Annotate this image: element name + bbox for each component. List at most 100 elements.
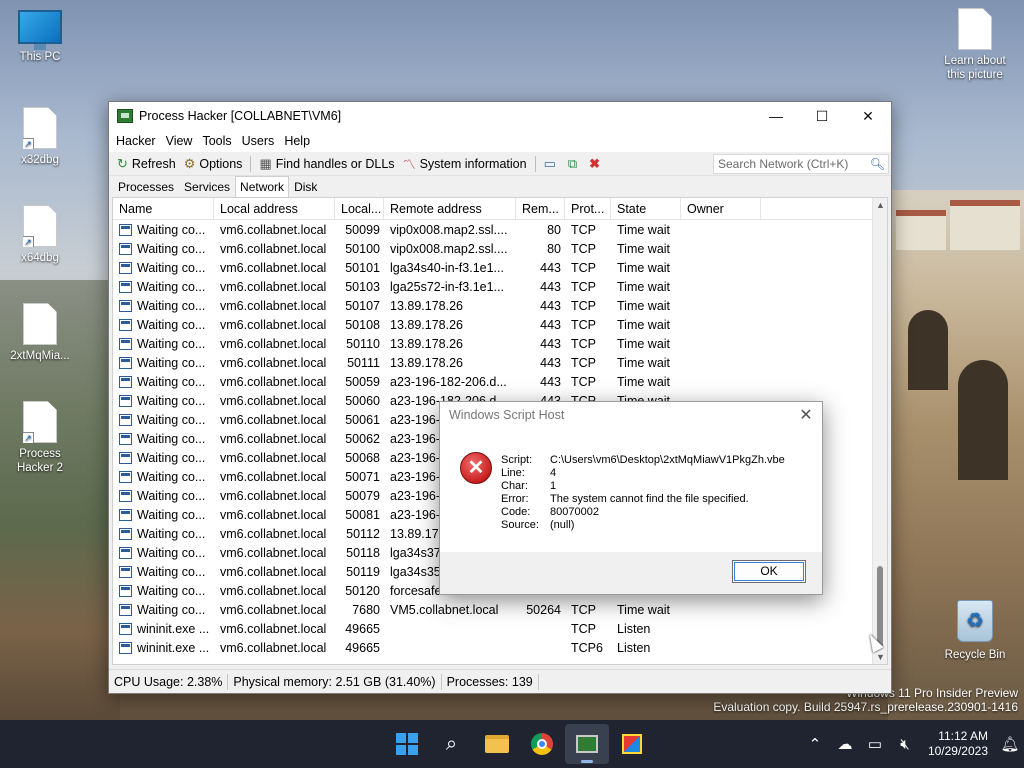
dialog-close-button[interactable]: ✕ [790, 405, 822, 425]
vertical-scrollbar[interactable]: ▲ ▼ [872, 198, 887, 664]
search-input[interactable]: Search Network (Ctrl+K) 🔍︎ [713, 153, 889, 174]
taskbar-process-hacker[interactable] [564, 724, 609, 764]
desktop-icon-x64dbg[interactable]: ↗ x64dbg [0, 205, 80, 265]
cell-remote-port: 443 [540, 298, 561, 313]
volume-muted-icon[interactable]: 🔇︎ [890, 736, 920, 753]
taskbar-file-explorer[interactable] [475, 724, 519, 764]
tab-strip: Processes Services Network Disk [109, 176, 891, 198]
cell-name: Waiting co... [113, 394, 214, 408]
table-row[interactable]: Waiting co... vm6.collabnet.local 50108 13.… [113, 315, 887, 334]
error-detail-line: Char: 1 [501, 480, 785, 493]
process-icon [119, 451, 132, 464]
process-icon [119, 337, 132, 350]
minimize-button[interactable]: — [753, 102, 799, 130]
table-row[interactable]: Waiting co... vm6.collabnet.local 50110 13.… [113, 334, 887, 353]
process-icon [119, 261, 132, 274]
options-button[interactable]: ⚙ Options [180, 156, 247, 172]
table-row[interactable]: Waiting co... vm6.collabnet.local 50107 13.… [113, 296, 887, 315]
process-icon [119, 318, 132, 331]
ok-button[interactable]: OK [732, 560, 806, 583]
cell-state: Time wait [617, 317, 671, 332]
dialog-title-bar[interactable]: Windows Script Host ✕ [440, 402, 822, 428]
refresh-button[interactable]: ↻ Refresh [113, 156, 180, 172]
table-row[interactable]: Waiting co... vm6.collabnet.local 50099 vip… [113, 220, 887, 239]
title-bar[interactable]: Process Hacker [COLLABNET\VM6] — ☐ ✕ [109, 102, 891, 130]
start-button[interactable] [385, 724, 429, 764]
taskbar-search-button[interactable]: ⌕ [430, 724, 474, 764]
table-row[interactable]: wininit.exe ... vm6.collabnet.local 49665 T… [113, 638, 887, 657]
error-details: Script: C:\Users\vm6\Desktop\2xtMqMiawV1P… [501, 454, 785, 532]
table-row[interactable]: Waiting co... vm6.collabnet.local 7680 VM5.… [113, 600, 887, 619]
cell-name: Waiting co... [113, 318, 214, 332]
table-row[interactable]: Waiting co... vm6.collabnet.local 50103 lga… [113, 277, 887, 296]
process-icon [119, 565, 132, 578]
cloud-icon[interactable]: ☁ [830, 735, 860, 753]
cell-local-address: vm6.collabnet.local [220, 412, 327, 427]
cell-local-address: vm6.collabnet.local [220, 583, 327, 598]
desktop-icon-this-pc[interactable]: This PC [0, 10, 80, 64]
desktop-icon-process-hacker[interactable]: ↗ Process Hacker 2 [0, 401, 80, 475]
tab-network[interactable]: Network [235, 176, 290, 198]
cell-local-port: 50071 [345, 469, 380, 484]
cell-protocol: TCP [571, 279, 596, 294]
cell-protocol: TCP [571, 241, 596, 256]
column-local-port[interactable]: Local... [335, 198, 384, 219]
desktop-icon-recycle-bin[interactable]: ♻ Recycle Bin [935, 600, 1015, 662]
menu-hacker[interactable]: Hacker [111, 134, 161, 148]
cell-remote-address: 13.89.178.26 [390, 336, 463, 351]
menu-view[interactable]: View [161, 134, 198, 148]
process-hacker-icon [117, 109, 133, 123]
desktop-icon-vbe-file[interactable]: 2xtMqMia... [0, 303, 80, 363]
notification-bell-icon[interactable]: 🔔︎ [996, 735, 1024, 753]
error-detail-key: Script: [501, 454, 533, 466]
taskbar-chrome[interactable] [520, 724, 564, 764]
table-row[interactable]: wininit.exe ... vm6.collabnet.local 49665 T… [113, 619, 887, 638]
taskbar-app[interactable] [610, 724, 654, 764]
cell-name: Waiting co... [113, 470, 214, 484]
cell-local-port: 50112 [346, 526, 380, 541]
x-icon: ✖ [589, 155, 601, 171]
cell-remote-address: 13.89.178.26 [390, 298, 463, 313]
menu-help[interactable]: Help [279, 134, 315, 148]
network-icon[interactable]: ▭ [860, 735, 890, 753]
cell-name: Waiting co... [113, 223, 214, 237]
column-remote-address[interactable]: Remote address [384, 198, 516, 219]
menu-tools[interactable]: Tools [197, 134, 236, 148]
chevron-up-icon[interactable]: ⌃ [800, 735, 830, 753]
column-state[interactable]: State [611, 198, 681, 219]
clock[interactable]: 11:12 AM 10/29/2023 [920, 729, 996, 759]
process-icon [119, 413, 132, 426]
close-button[interactable]: ✕ [845, 102, 891, 130]
scroll-up-icon[interactable]: ▲ [876, 200, 885, 210]
table-row[interactable]: Waiting co... vm6.collabnet.local 50111 13.… [113, 353, 887, 372]
column-owner[interactable]: Owner [681, 198, 761, 219]
column-remote-port[interactable]: Rem... [516, 198, 565, 219]
cell-local-port: 49665 [345, 640, 380, 655]
terminate-button[interactable]: ✖ [585, 156, 608, 172]
cell-local-port: 50118 [346, 545, 380, 560]
process-icon [119, 280, 132, 293]
scroll-down-icon[interactable]: ▼ [876, 652, 885, 662]
tab-services[interactable]: Services [179, 176, 235, 198]
table-row[interactable]: Waiting co... vm6.collabnet.local 50100 vip… [113, 239, 887, 258]
cell-remote-port: 443 [540, 336, 561, 351]
desktop-icon-learn-picture[interactable]: Learn about this picture [935, 8, 1015, 82]
desktop-icon-x32dbg[interactable]: ↗ x32dbg [0, 107, 80, 167]
window-go-button[interactable]: ⧉ [564, 156, 585, 172]
cell-local-address: vm6.collabnet.local [220, 564, 327, 579]
tab-disk[interactable]: Disk [289, 176, 322, 198]
tab-processes[interactable]: Processes [113, 176, 179, 198]
menu-users[interactable]: Users [237, 134, 280, 148]
cell-protocol: TCP [571, 336, 596, 351]
table-row[interactable]: Waiting co... vm6.collabnet.local 50059 a23… [113, 372, 887, 391]
cell-local-port: 50062 [345, 431, 380, 446]
table-row[interactable]: Waiting co... vm6.collabnet.local 50101 lga… [113, 258, 887, 277]
window-icon-button[interactable]: ▭ [540, 156, 564, 172]
column-protocol[interactable]: Prot... [565, 198, 611, 219]
maximize-button[interactable]: ☐ [799, 102, 845, 130]
system-information-button[interactable]: 〽 System information [399, 154, 531, 173]
process-icon [119, 470, 132, 483]
column-local-address[interactable]: Local address [214, 198, 335, 219]
error-detail-key: Error: [501, 493, 529, 505]
find-handles-button[interactable]: ▦ Find handles or DLLs [255, 156, 398, 172]
